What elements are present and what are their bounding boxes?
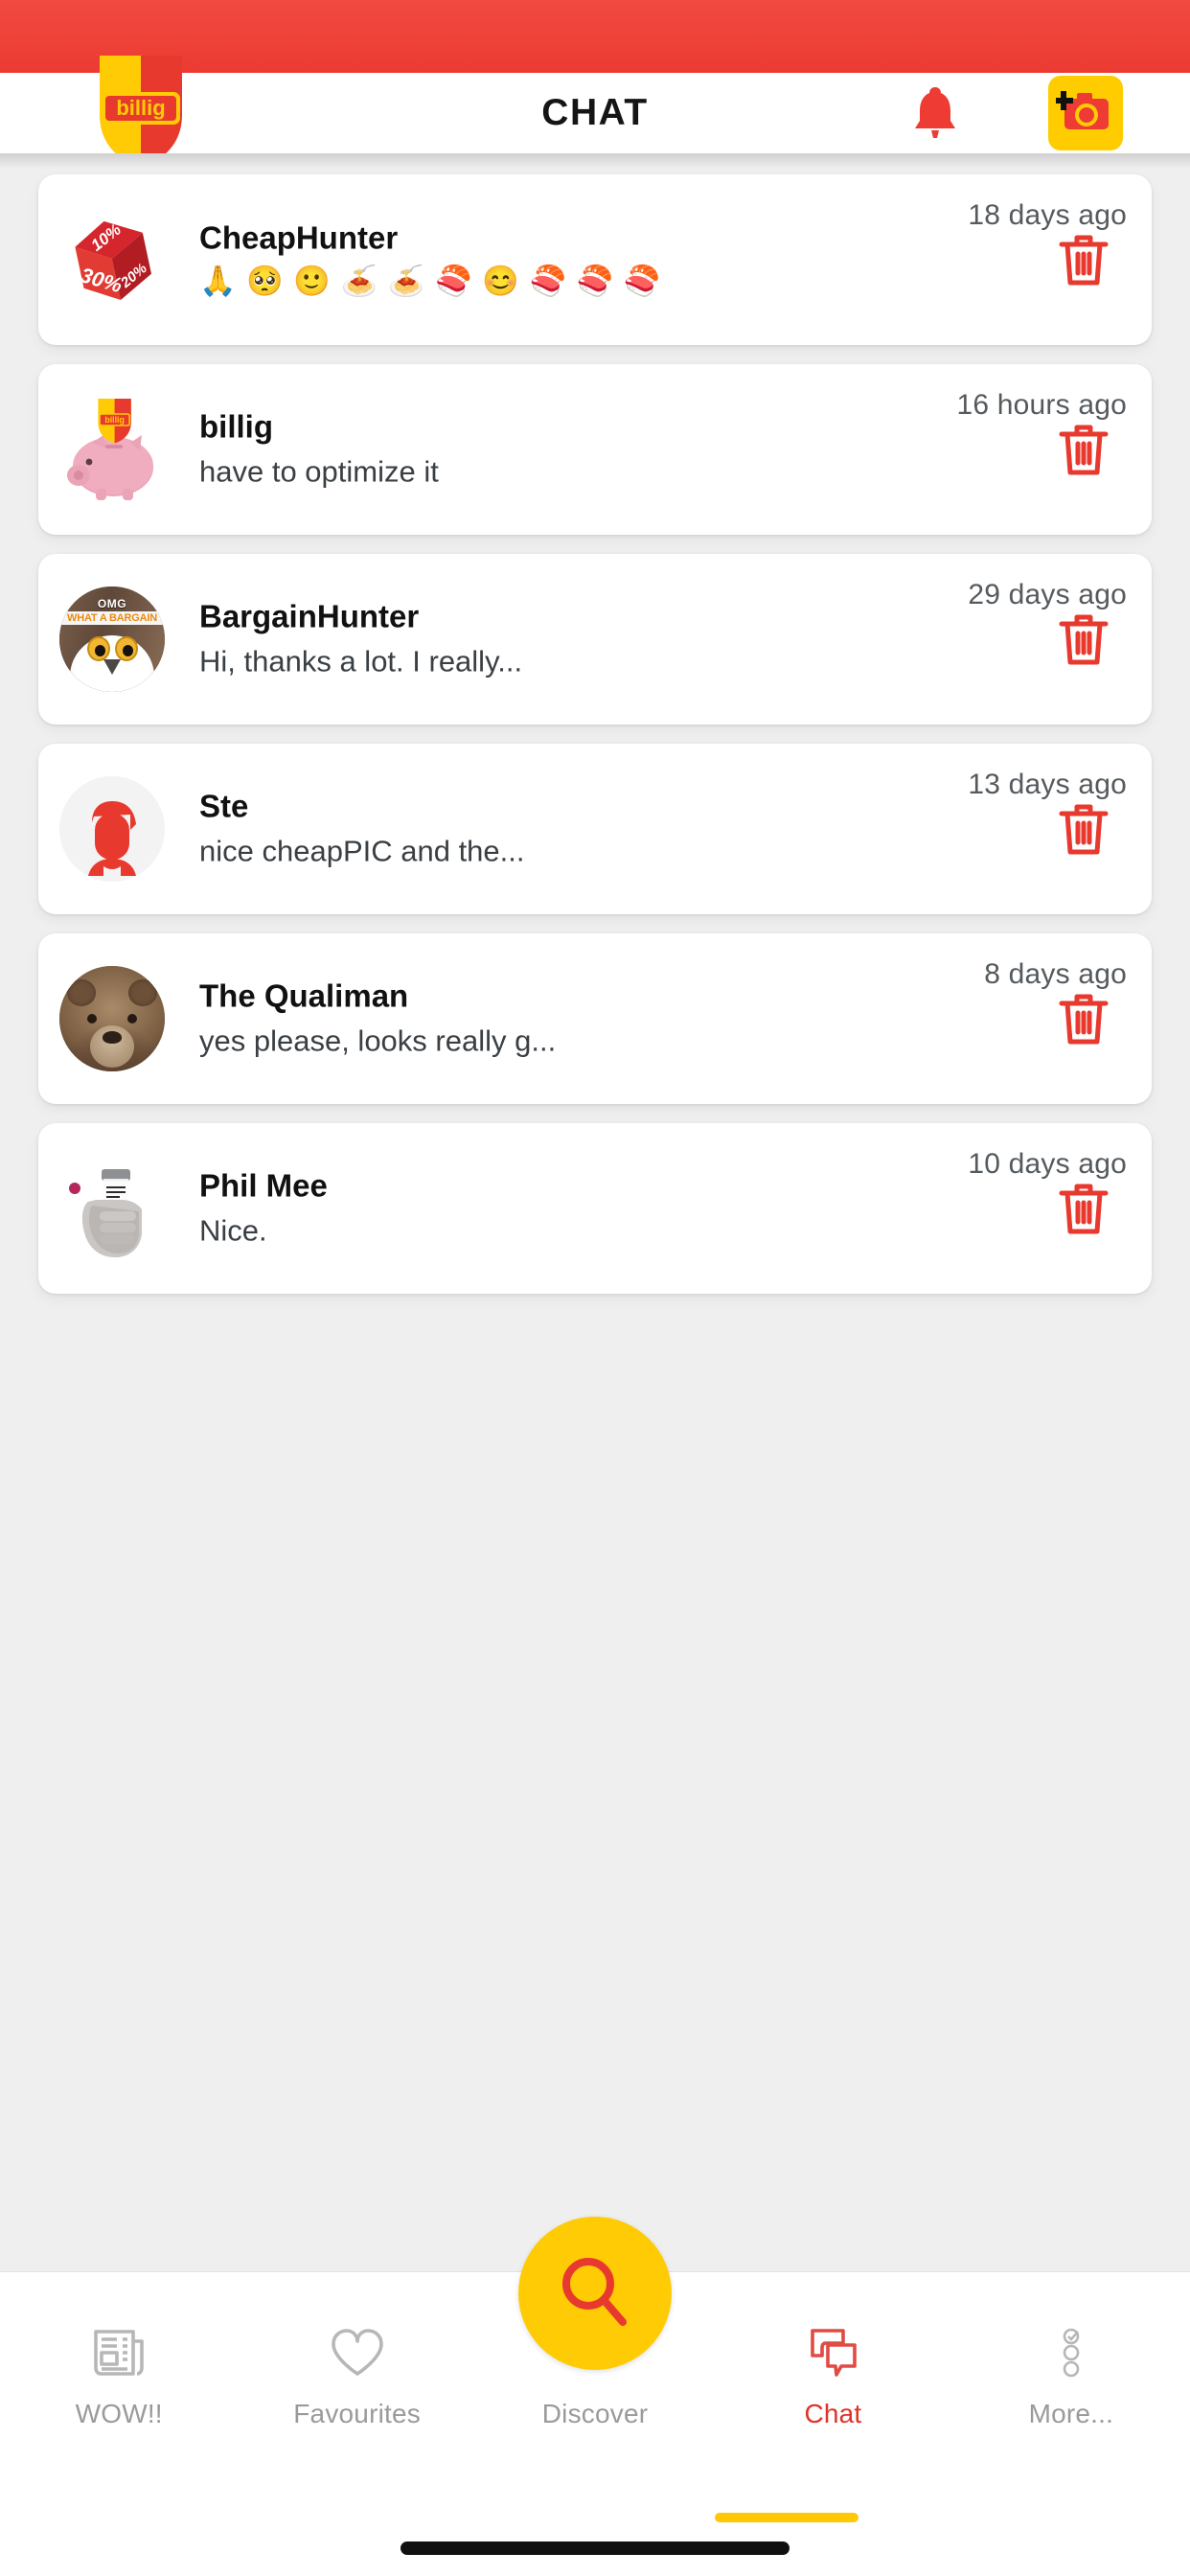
chat-contact-name: BargainHunter (199, 598, 420, 634)
chat-text: billig have to optimize it (199, 407, 1008, 491)
nav-label: Favourites (293, 2399, 421, 2428)
nav-item-more[interactable]: More... (952, 2272, 1190, 2495)
chat-list-item[interactable]: 10 days ago Phil Mee Nice. (38, 1123, 1152, 1294)
svg-text:billig: billig (104, 415, 125, 425)
nav-item-favourites[interactable]: Favourites (238, 2272, 475, 2495)
piggy-bank-avatar: billig (59, 393, 165, 500)
chat-bubbles-icon (801, 2316, 864, 2387)
chat-text: Phil Mee Nice. (199, 1166, 1008, 1250)
chat-preview-message: 🙏 🥺 🙂 🍝 🍝 🍣 😊 🍣 🍣 🍣 (199, 264, 662, 298)
chat-list-item[interactable]: 29 days ago OMG WHAT A BARGAIN BargainHu… (38, 554, 1152, 724)
chat-preview-message: yes please, looks really g... (199, 1024, 557, 1058)
default-person-avatar (59, 776, 165, 882)
trash-icon (1056, 1178, 1111, 1240)
chat-preview-message: Nice. (199, 1213, 267, 1248)
avatar[interactable] (59, 776, 165, 882)
more-dots-icon (1040, 2316, 1103, 2387)
page-title: CHAT (541, 92, 649, 133)
trash-icon (1056, 798, 1111, 861)
trash-icon (1056, 419, 1111, 481)
app-header: billig CHAT (0, 56, 1190, 167)
avatar[interactable] (59, 1152, 165, 1261)
avatar[interactable] (59, 966, 165, 1071)
avatar[interactable]: 10% 30% 20% (59, 207, 165, 312)
add-photo-camera-icon (1054, 83, 1115, 144)
chat-contact-name: CheapHunter (199, 219, 399, 256)
chat-contact-name: Ste (199, 788, 249, 824)
active-tab-indicator (0, 2513, 1190, 2522)
add-photo-button[interactable] (1048, 76, 1123, 150)
nav-label: More... (1028, 2399, 1114, 2428)
chat-contact-name: Phil Mee (199, 1167, 328, 1204)
bell-icon (912, 84, 958, 143)
chat-text: CheapHunter 🙏 🥺 🙂 🍝 🍝 🍣 😊 🍣 🍣 🍣 (199, 218, 1008, 300)
nav-item-wow[interactable]: WOW!! (0, 2272, 238, 2495)
delete-chat-button[interactable] (1052, 226, 1115, 293)
chat-preview-message: Hi, thanks a lot. I really... (199, 644, 523, 678)
chat-contact-name: billig (199, 408, 273, 445)
owl-meme-avatar: OMG WHAT A BARGAIN (59, 586, 165, 692)
active-tab-bar (715, 2513, 858, 2522)
chat-text: Ste nice cheapPIC and the... (199, 787, 1008, 870)
search-icon (556, 2253, 634, 2334)
nav-label: WOW!! (75, 2399, 163, 2428)
chat-list-item[interactable]: 18 days ago 10% 30% 20% CheapHunter 🙏 🥺 … (38, 174, 1152, 345)
chat-list-item[interactable]: 13 days ago Ste nice cheapPIC and the... (38, 744, 1152, 914)
delete-chat-button[interactable] (1052, 606, 1115, 673)
delete-chat-button[interactable] (1052, 795, 1115, 862)
chat-preview-message: have to optimize it (199, 454, 439, 489)
trash-icon (1056, 229, 1111, 291)
owl-banner-top: OMG (97, 597, 127, 610)
bear-avatar (59, 966, 165, 1071)
heart-icon (326, 2316, 389, 2387)
delete-chat-button[interactable] (1052, 416, 1115, 483)
notifications-button[interactable] (906, 81, 964, 145)
newspaper-icon (87, 2316, 150, 2387)
chat-text: BargainHunter Hi, thanks a lot. I really… (199, 597, 1008, 680)
home-indicator (400, 2542, 790, 2555)
nav-label: Chat (804, 2399, 862, 2428)
chat-list-item[interactable]: 16 hours ago billig billig have to optim… (38, 364, 1152, 535)
discount-cube-avatar: 10% 30% 20% (59, 207, 165, 312)
hand-holding-bottle-avatar (59, 1152, 165, 1257)
discover-search-fab[interactable] (518, 2217, 672, 2370)
chat-contact-name: The Qualiman (199, 978, 409, 1014)
trash-icon (1056, 609, 1111, 671)
avatar[interactable]: OMG WHAT A BARGAIN (59, 586, 165, 692)
chat-text: The Qualiman yes please, looks really g.… (199, 977, 1008, 1060)
nav-label: Discover (541, 2399, 649, 2428)
bottom-bar: WOW!! Favourites Discover Chat More... (0, 2217, 1190, 2576)
owl-banner-bottom: WHAT A BARGAIN (59, 611, 165, 625)
delete-chat-button[interactable] (1052, 1175, 1115, 1242)
chat-scroll-area[interactable]: 18 days ago 10% 30% 20% CheapHunter 🙏 🥺 … (0, 153, 1190, 2271)
chat-list-item[interactable]: 8 days ago The Qualiman yes please, look… (38, 933, 1152, 1104)
trash-icon (1056, 988, 1111, 1050)
avatar[interactable]: billig (59, 393, 165, 502)
nav-item-chat[interactable]: Chat (714, 2272, 951, 2495)
chat-preview-message: nice cheapPIC and the... (199, 834, 525, 868)
delete-chat-button[interactable] (1052, 985, 1115, 1052)
chat-list: 18 days ago 10% 30% 20% CheapHunter 🙏 🥺 … (0, 153, 1190, 1294)
